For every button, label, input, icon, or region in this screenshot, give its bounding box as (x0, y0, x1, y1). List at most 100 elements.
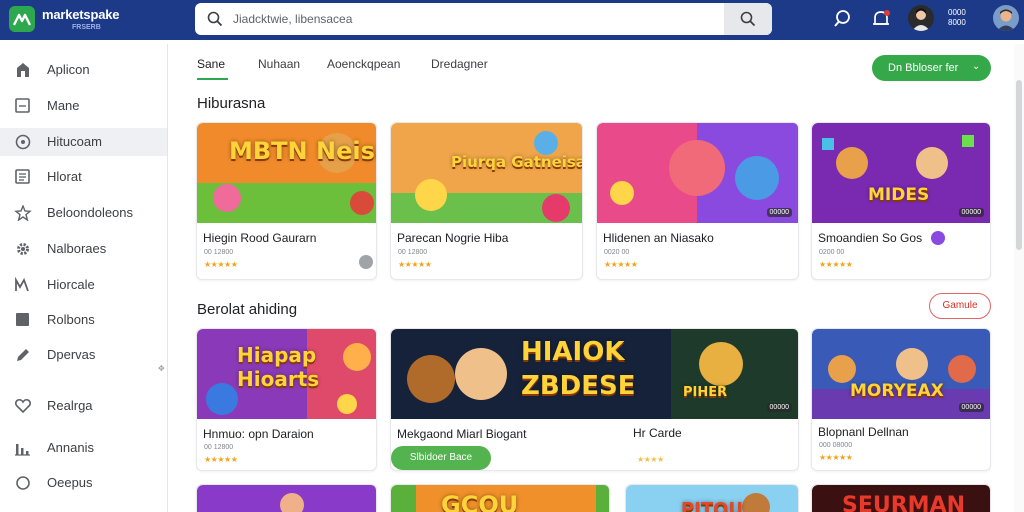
account-info: 0000 8000 (948, 8, 966, 28)
sidebar-item-label: Beloondoleons (47, 205, 134, 220)
account-line-2: 8000 (948, 18, 966, 27)
game-meta: 00 12800 (204, 249, 234, 256)
account-line-1: 0000 (948, 8, 966, 17)
search-icon (207, 11, 223, 27)
rating-stars: ★★★★★ (204, 455, 238, 464)
game-art-title: MIDES (868, 185, 930, 205)
game-card[interactable]: MORYEAX 00000 Blopnanl Dellnan 000 08000… (811, 328, 991, 471)
price-badge: 00000 (958, 208, 984, 217)
browse-button-label: Dn Bbloser fer (888, 62, 959, 74)
app-logo-icon[interactable] (9, 6, 35, 32)
section-title: Berolat ahiding (197, 301, 298, 318)
game-card[interactable]: 00000 Hlidenen an Niasako 0020 00 ★★★★★ (596, 122, 799, 280)
game-art-title: SEURMAN (842, 493, 966, 512)
sidebar-item-annanis[interactable]: Annanis (0, 434, 167, 462)
avatar[interactable] (993, 5, 1019, 31)
price-badge: 00000 (766, 208, 792, 217)
game-title: Parecan Nogrie Hiba (397, 231, 509, 245)
sidebar-item-aplicon[interactable]: Aplicon (0, 56, 167, 84)
sidebar-item-oeepus[interactable]: Oeepus (0, 469, 167, 497)
sidebar-item-hlorat[interactable]: Hlorat (0, 163, 167, 191)
info-icon[interactable] (359, 255, 373, 269)
search-button[interactable] (724, 3, 772, 35)
game-card[interactable]: MBTN Neisarplelen Hiegin Rood Gaurarn 00… (196, 122, 377, 280)
game-art-title: Hiapap Hioarts (237, 343, 320, 391)
search-input[interactable] (233, 9, 713, 29)
box-icon (16, 313, 29, 326)
sidebar-item-hitucoam[interactable]: Hitucoam (0, 128, 167, 156)
game-card[interactable]: MIDES 00000 Smoandien So Gos 0200 00 ★★★… (811, 122, 991, 280)
game-title: Hiegin Rood Gaurarn (203, 231, 317, 245)
game-card[interactable]: PITOU (625, 484, 799, 512)
game-art-title: MORYEAX (850, 381, 944, 401)
game-meta: 000 08000 (819, 442, 853, 449)
game-art-title: MBTN Neisarplelen (229, 137, 376, 165)
scrollbar-thumb[interactable] (1016, 80, 1022, 250)
game-title: Blopnanl Dellnan (818, 425, 909, 439)
rating-stars: ★★★★★ (604, 260, 638, 269)
sidebar-item-label: Rolbons (47, 312, 95, 327)
circle-icon (16, 476, 30, 490)
chart-icon (15, 277, 29, 292)
game-title: Hnmuo: opn Daraion (203, 427, 314, 441)
featured-game-card[interactable]: HIAIOK ZBDESE PIHER 00000 Mekgaond Miarl… (390, 328, 799, 471)
bell-icon[interactable] (870, 8, 892, 30)
game-subtitle: Hr Carde (633, 426, 682, 440)
search-icon[interactable] (833, 8, 855, 30)
sidebar-item-dpervas[interactable]: Dpervas (0, 341, 167, 369)
price-badge: 00000 (958, 403, 984, 412)
sidebar-item-nalboraes[interactable]: Nalboraes (0, 235, 167, 263)
game-title: Hlidenen an Niasako (603, 231, 714, 245)
home-icon (17, 63, 29, 77)
browse-button[interactable]: Dn Bbloser fer ⌄ (872, 55, 991, 81)
sidebar-item-rolbons[interactable]: Rolbons (0, 306, 167, 334)
app-subtitle: FRSERB (72, 24, 101, 31)
sidebar-item-label: Oeepus (47, 475, 93, 490)
sidebar-item-label: Dpervas (47, 347, 96, 362)
sidebar: Aplicon Mane Hitucoam Hlorat Beloondoleo… (0, 44, 168, 512)
game-art-title: Piurqa Gatneisa (451, 153, 583, 171)
game-meta: 00 12800 (204, 444, 234, 451)
game-art-title: GCOU (441, 491, 519, 512)
list-icon (15, 169, 30, 184)
avatar[interactable] (908, 5, 934, 31)
search-bar[interactable] (195, 3, 772, 35)
game-title: Mekgaond Miarl Biogant (397, 427, 527, 441)
heart-icon (14, 398, 32, 414)
game-card[interactable]: GCOU (390, 484, 610, 512)
sidebar-item-label: Realrga (47, 398, 93, 413)
tab-sane[interactable]: Sane (197, 57, 225, 71)
game-thumbnail (197, 485, 376, 512)
sidebar-item-beloondoleons[interactable]: Beloondoleons (0, 199, 167, 227)
app-name[interactable]: marketspake (42, 7, 120, 22)
game-card[interactable]: Piurqa Gatneisa Parecan Nogrie Hiba 00 1… (390, 122, 583, 280)
rating-stars: ★★★★★ (819, 260, 853, 269)
sidebar-item-hiorcale[interactable]: Hiorcale (0, 271, 167, 299)
purple-badge-icon (931, 231, 945, 245)
game-art-title: PITOU (681, 499, 744, 512)
play-button[interactable]: Slbidoer Bace (391, 446, 491, 470)
game-card[interactable]: SEURMAN (811, 484, 991, 512)
section-title: Hiburasna (197, 95, 266, 112)
sidebar-item-label: Annanis (47, 440, 94, 455)
game-card[interactable]: Hiapap Hioarts Hnmuo: opn Daraion 00 128… (196, 328, 377, 471)
chevron-down-icon: ⌄ (972, 61, 981, 72)
edit-icon (17, 349, 29, 361)
sidebar-item-realrga[interactable]: Realrga (0, 392, 167, 420)
sidebar-item-mane[interactable]: Mane (0, 92, 167, 120)
section-action-button[interactable]: Gamule (929, 293, 991, 319)
star-icon (14, 205, 32, 221)
sidebar-scroll-handle-icon[interactable]: ✥ (158, 364, 165, 373)
game-art-title: HIAIOK ZBDESE (521, 337, 636, 401)
tab-aoenckqpean[interactable]: Aoenckqpean (327, 57, 400, 71)
search-icon (740, 11, 756, 27)
game-art-badge: PIHER (683, 385, 728, 400)
page-scrollbar[interactable] (1014, 44, 1024, 512)
bar-icon (15, 444, 30, 456)
tab-dredagner[interactable]: Dredagner (431, 57, 488, 71)
sidebar-item-label: Hlorat (47, 169, 82, 184)
square-icon (15, 98, 30, 113)
tab-nuhaan[interactable]: Nuhaan (258, 57, 300, 71)
game-card[interactable] (196, 484, 377, 512)
rating-stars: ★★★★★ (398, 260, 432, 269)
